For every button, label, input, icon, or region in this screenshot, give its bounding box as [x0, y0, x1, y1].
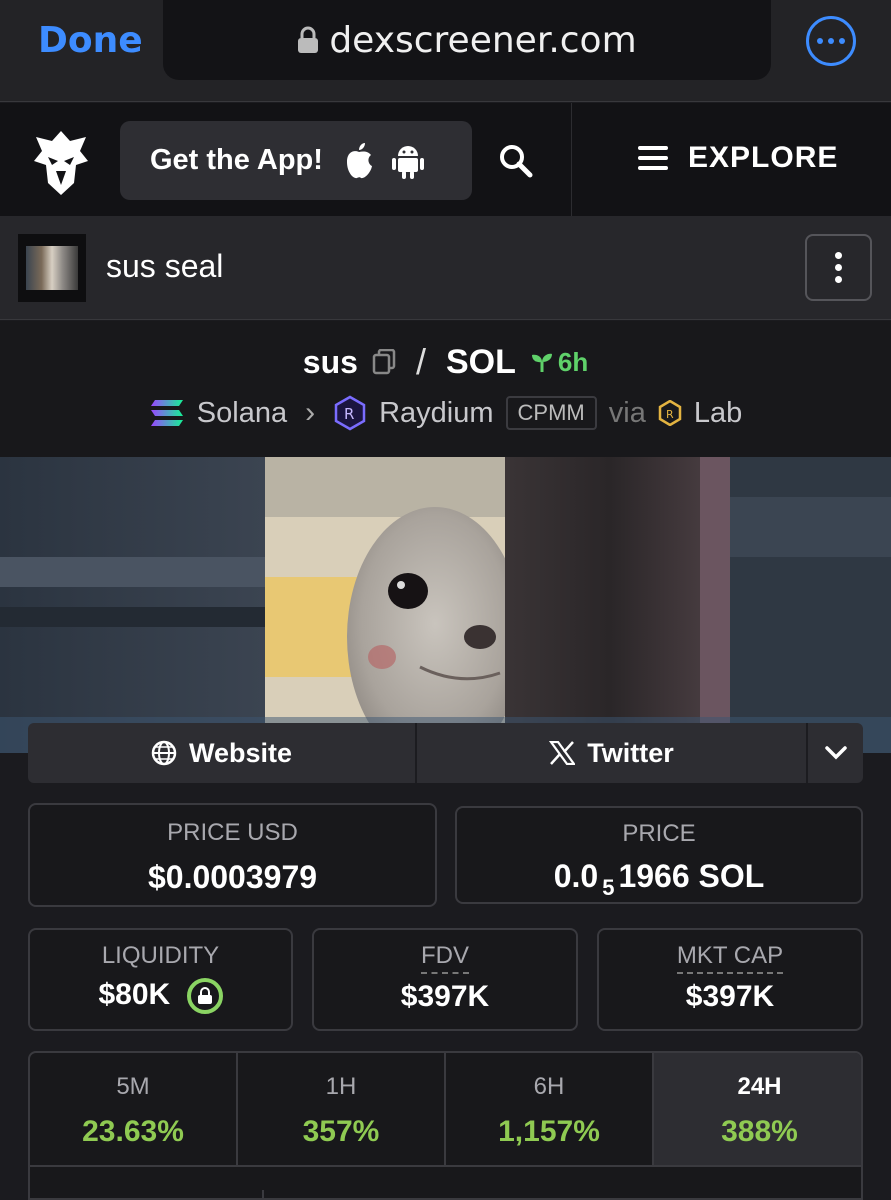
- pair-title: sus / SOL 6h: [0, 341, 891, 383]
- token-bar: sus seal: [0, 216, 891, 320]
- token-menu-button[interactable]: [805, 234, 872, 301]
- liquidity-card: LIQUIDITY $80K: [28, 928, 293, 1031]
- quote-symbol: SOL: [445, 342, 516, 381]
- tab-24h[interactable]: 24H 388%: [654, 1053, 861, 1167]
- menu-icon: [638, 146, 668, 170]
- launchlab-icon: R: [658, 400, 682, 426]
- done-button[interactable]: Done: [38, 20, 143, 61]
- chain-name[interactable]: Solana: [197, 397, 287, 430]
- website-label: Website: [188, 737, 293, 768]
- via-label: via: [608, 396, 646, 429]
- raydium-icon: R: [334, 395, 366, 431]
- pair-age: 6h: [530, 347, 588, 378]
- site-header: Get the App! EXPLORE: [0, 103, 891, 216]
- more-links-button[interactable]: [808, 723, 863, 783]
- price-native-card: PRICE 0.0 5 1966 SOL: [455, 806, 863, 904]
- stats-divider: [262, 1190, 264, 1200]
- more-options-button[interactable]: [806, 16, 856, 66]
- twitter-button[interactable]: Twitter: [417, 723, 808, 783]
- pair-route: Solana › R Raydium CPMM via R Lab: [0, 395, 891, 431]
- social-links: Website Twitter: [28, 723, 863, 783]
- token-banner-image: [0, 457, 891, 753]
- price-usd-value: $0.0003979: [147, 859, 318, 895]
- market-cap-label[interactable]: MKT CAP: [676, 942, 784, 974]
- lock-icon: [298, 26, 319, 53]
- pair-info: sus / SOL 6h Solana › R Raydium CPMM via…: [0, 321, 891, 457]
- liquidity-value-row: $80K: [30, 978, 291, 1015]
- x-twitter-icon: [549, 741, 576, 765]
- price-native-value: 0.0 5 1966 SOL: [553, 858, 765, 900]
- launchpad-name[interactable]: Lab: [694, 397, 742, 430]
- fdv-value: $397K: [400, 980, 490, 1013]
- explore-button[interactable]: EXPLORE: [638, 141, 838, 175]
- price-usd-card: PRICE USD $0.0003979: [28, 803, 437, 907]
- fdv-label[interactable]: FDV: [421, 942, 469, 974]
- zero-count: 5: [602, 875, 615, 900]
- get-app-label: Get the App!: [150, 144, 323, 176]
- tab-5m[interactable]: 5M 23.63%: [30, 1053, 238, 1167]
- apple-icon: [346, 142, 372, 178]
- tab-1h[interactable]: 1H 357%: [238, 1053, 446, 1167]
- address-bar[interactable]: dexscreener.com: [163, 0, 771, 80]
- market-cap-value: $397K: [685, 980, 775, 1013]
- url-text: dexscreener.com: [329, 19, 637, 61]
- market-cap-card: MKT CAP $397K: [597, 928, 863, 1031]
- twitter-label: Twitter: [587, 737, 674, 768]
- get-app-button[interactable]: Get the App!: [120, 121, 472, 200]
- price-usd-label: PRICE USD: [167, 819, 298, 846]
- pair-separator: /: [415, 341, 426, 382]
- website-button[interactable]: Website: [28, 723, 417, 783]
- tab-6h[interactable]: 6H 1,157%: [446, 1053, 654, 1167]
- seedling-icon: [531, 353, 552, 372]
- chevron-right-icon: ›: [305, 396, 316, 429]
- header-divider: [571, 103, 572, 216]
- base-symbol: sus: [302, 343, 358, 380]
- explore-label: EXPLORE: [688, 141, 839, 174]
- liquidity-value: $80K: [98, 978, 171, 1011]
- liquidity-label: LIQUIDITY: [101, 942, 220, 969]
- price-native-label: PRICE: [622, 820, 696, 847]
- dexscreener-logo-icon[interactable]: [30, 127, 92, 197]
- seal-photo: [0, 457, 891, 753]
- chevron-down-icon: [824, 746, 847, 760]
- liquidity-locked-icon[interactable]: [186, 978, 223, 1015]
- price-change-tabs: 5M 23.63% 1H 357% 6H 1,157% 24H 388%: [28, 1051, 863, 1200]
- token-avatar: [18, 234, 86, 302]
- dex-name[interactable]: Raydium: [379, 397, 493, 430]
- fdv-card: FDV $397K: [312, 928, 578, 1031]
- browser-toolbar: Done dexscreener.com: [0, 0, 891, 102]
- solana-icon: [150, 400, 183, 426]
- search-icon[interactable]: [498, 143, 534, 179]
- token-name: sus seal: [106, 248, 224, 284]
- pool-type-badge: CPMM: [505, 396, 597, 430]
- globe-icon: [151, 740, 177, 766]
- copy-icon[interactable]: [372, 349, 396, 375]
- svg-text:R: R: [344, 405, 354, 423]
- android-icon: [391, 145, 424, 179]
- svg-text:R: R: [666, 408, 674, 421]
